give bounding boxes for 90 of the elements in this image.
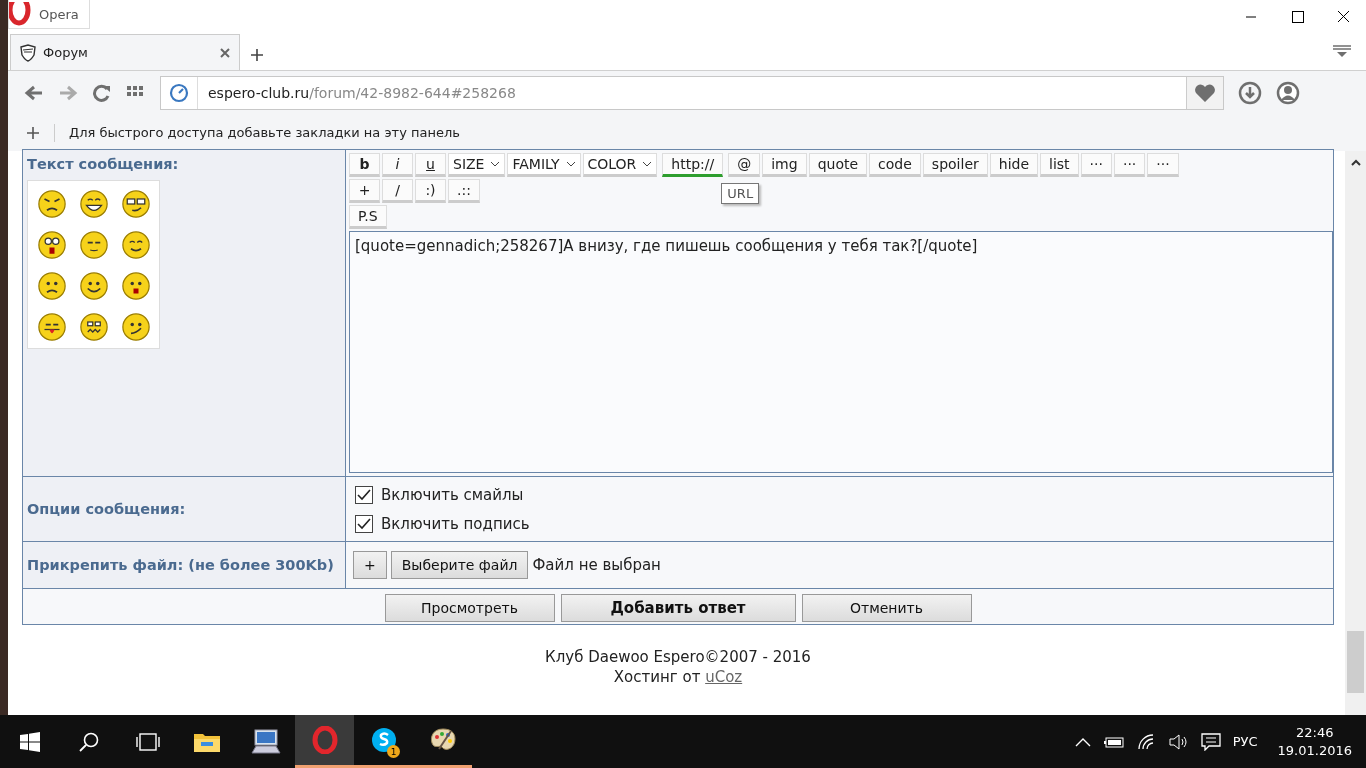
format-dropdown[interactable]: SIZE xyxy=(448,153,506,177)
toolbar-button[interactable]: ··· xyxy=(1080,153,1112,177)
speedometer-icon xyxy=(169,82,189,103)
check-icon xyxy=(357,517,371,530)
smiley-icon[interactable] xyxy=(37,189,67,219)
keyboard-monitor-icon[interactable] xyxy=(250,728,281,755)
hosting-link[interactable]: uCoz xyxy=(705,668,743,686)
toolbar-button[interactable]: :) xyxy=(415,179,446,203)
shield-icon xyxy=(19,43,37,62)
toolbar-button[interactable]: @ xyxy=(728,153,761,177)
smiley-icon[interactable] xyxy=(121,271,151,301)
toolbar-button[interactable]: img xyxy=(762,153,807,177)
checkbox-label: Включить смайлы xyxy=(381,485,524,504)
tooltip: URL xyxy=(721,183,760,204)
toolbar-button[interactable]: hide xyxy=(989,153,1039,177)
smiley-icon[interactable] xyxy=(37,312,67,342)
add-file-button[interactable]: + xyxy=(353,551,387,579)
smiley-icon[interactable] xyxy=(121,189,151,219)
volume-icon[interactable] xyxy=(1168,733,1189,750)
account-icon[interactable] xyxy=(1276,80,1300,105)
toolbar-button[interactable]: quote xyxy=(808,153,868,177)
toolbar-button[interactable]: spoiler xyxy=(922,153,988,177)
opera-icon[interactable] xyxy=(311,726,338,754)
toolbar-button[interactable]: ··· xyxy=(1147,153,1179,177)
message-textarea[interactable]: [quote=gennadich;258267]А внизу, где пишешь сообщения у тебя так?[/quote] xyxy=(349,231,1333,473)
toolbar-button[interactable]: list xyxy=(1040,153,1079,177)
toolbar-button[interactable]: i xyxy=(382,153,413,177)
search-icon[interactable] xyxy=(77,730,100,753)
toolbar-button[interactable]: P.S xyxy=(349,205,387,229)
address-field[interactable]: espero-club.ru/forum/42-8982-644#258268 xyxy=(160,75,1224,110)
bookmarks-hint: Для быстрого доступа добавьте закладки на эту панель xyxy=(69,125,460,140)
hosting-text: Хостинг от xyxy=(613,668,701,686)
toolbar-button[interactable]: code xyxy=(869,153,921,177)
form-button[interactable]: Отменить xyxy=(801,594,972,622)
toolbar-button[interactable]: http:// xyxy=(662,153,724,177)
choose-file-button[interactable]: Выберите файл xyxy=(390,551,529,579)
toolbar-button[interactable]: / xyxy=(382,179,413,203)
format-dropdown[interactable]: COLOR xyxy=(582,153,658,177)
language-indicator[interactable]: РУС xyxy=(1232,734,1258,749)
scrollbar[interactable] xyxy=(1345,151,1366,715)
smiley-icon[interactable] xyxy=(79,271,109,301)
plus-icon[interactable] xyxy=(26,125,40,140)
menu-icon[interactable] xyxy=(1332,44,1352,60)
tab-title: Форум xyxy=(43,45,88,60)
toolbar-button[interactable]: + xyxy=(349,179,380,203)
form-button[interactable]: Просмотреть xyxy=(384,594,555,622)
smiley-icon[interactable] xyxy=(79,312,109,342)
smiley-icon[interactable] xyxy=(121,230,151,260)
smiley-icon[interactable] xyxy=(121,312,151,342)
checkbox[interactable] xyxy=(355,485,373,504)
file-status: Файл не выбран xyxy=(532,556,661,574)
chevron-down-icon xyxy=(642,161,653,167)
chevron-down-icon xyxy=(490,161,501,167)
copyright-text: Клуб Daewoo Espero©2007 - 2016 xyxy=(545,647,811,667)
notification-badge: 1 xyxy=(387,745,400,758)
smiley-icon[interactable] xyxy=(37,271,67,301)
format-dropdown[interactable]: FAMILY xyxy=(507,153,581,177)
toolbar-button[interactable]: ··· xyxy=(1113,153,1146,177)
field-label: Текст сообщения: xyxy=(27,156,180,172)
download-icon[interactable] xyxy=(1238,80,1262,105)
smiley-icon[interactable] xyxy=(37,230,67,260)
skype-icon[interactable] xyxy=(370,727,397,753)
scrollbar-thumb[interactable] xyxy=(1347,631,1364,693)
field-label: Прикрепить файл: (не более 300Kb) xyxy=(27,557,335,573)
opera-menu-button[interactable]: Opera xyxy=(8,0,90,29)
browser-tab[interactable]: Форум xyxy=(10,34,240,70)
chevron-down-icon xyxy=(565,161,576,167)
form-button[interactable]: Добавить ответ xyxy=(560,594,796,622)
chevron-up-icon[interactable] xyxy=(1074,736,1091,747)
windows-start-icon[interactable] xyxy=(19,731,40,752)
task-view-icon[interactable] xyxy=(134,731,161,752)
toolbar-button[interactable]: u xyxy=(415,153,446,177)
check-icon xyxy=(357,488,371,501)
field-label: Опции сообщения: xyxy=(27,501,187,517)
toolbar-button[interactable]: b xyxy=(349,153,380,177)
battery-icon[interactable] xyxy=(1102,734,1125,749)
back-icon[interactable] xyxy=(24,83,44,102)
notification-icon[interactable] xyxy=(1200,732,1221,751)
heart-icon[interactable] xyxy=(1194,82,1216,103)
checkbox[interactable] xyxy=(355,514,373,533)
smiley-icon[interactable] xyxy=(79,189,109,219)
close-icon[interactable] xyxy=(219,46,231,59)
checkbox-label: Включить подпись xyxy=(381,514,530,533)
opera-logo-icon xyxy=(9,2,33,26)
url-text: espero-club.ru/forum/42-8982-644#258268 xyxy=(207,84,516,101)
reload-icon[interactable] xyxy=(92,83,112,102)
plus-icon[interactable] xyxy=(250,48,264,62)
palette-icon[interactable] xyxy=(428,727,457,753)
toolbar-button[interactable]: .:: xyxy=(448,179,480,203)
clock[interactable]: 22:46 19.01.2016 xyxy=(1277,723,1352,760)
